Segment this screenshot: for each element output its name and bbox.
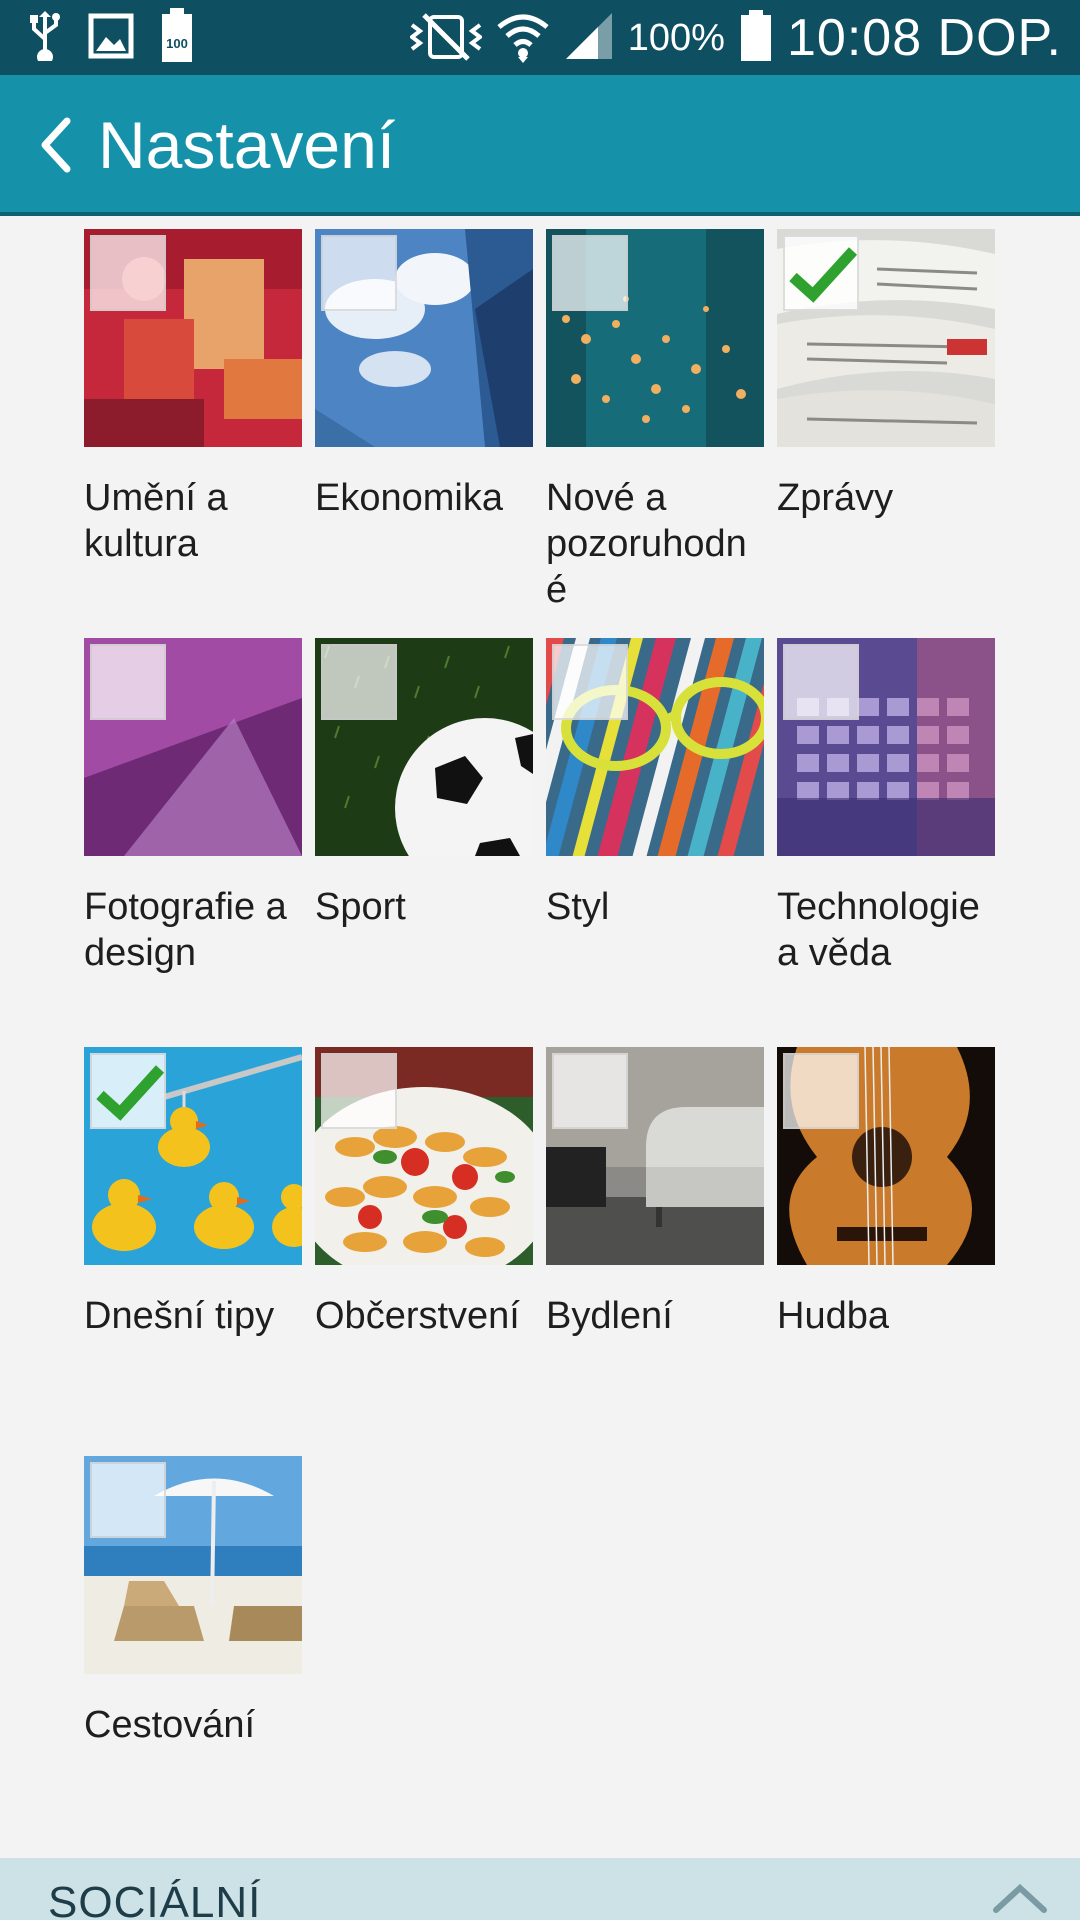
category-checkbox-art[interactable]: [90, 235, 166, 311]
category-image-living: [546, 1047, 764, 1265]
category-image-food: [315, 1047, 533, 1265]
category-tile-news[interactable]: Zprávy: [777, 229, 995, 521]
category-tile-music[interactable]: Hudba: [777, 1047, 995, 1339]
mute-icon: [408, 11, 484, 66]
category-checkbox-sport[interactable]: [321, 644, 397, 720]
category-image-art: [84, 229, 302, 447]
signal-icon: [564, 11, 614, 66]
category-label-photo: Fotografie a design: [84, 886, 287, 974]
category-tile-sport[interactable]: Sport: [315, 638, 533, 930]
category-label-food: Občerstvení: [315, 1295, 520, 1337]
category-checkbox-food[interactable]: [321, 1053, 397, 1129]
category-label-new: Nové a pozoruhodné: [546, 477, 747, 611]
action-bar: Nastavení: [0, 75, 1080, 216]
category-image-economy: [315, 229, 533, 447]
category-tile-style[interactable]: Styl: [546, 638, 764, 930]
battery-percent: 100%: [627, 16, 725, 59]
section-header-social[interactable]: SOCIÁLNÍ: [0, 1858, 1080, 1920]
chevron-up-icon: [993, 1883, 1047, 1913]
category-tile-new[interactable]: Nové a pozoruhodné: [546, 229, 764, 613]
category-tile-travel[interactable]: Cestování: [84, 1456, 302, 1748]
category-image-sport: [315, 638, 533, 856]
battery-level-badge: 100: [166, 36, 188, 51]
category-tile-tech[interactable]: Technologie a věda: [777, 638, 995, 976]
category-checkbox-tips[interactable]: [90, 1053, 166, 1129]
category-checkbox-photo[interactable]: [90, 644, 166, 720]
chevron-left-icon: [41, 117, 71, 173]
gallery-icon: [88, 13, 134, 64]
category-label-news: Zprávy: [777, 477, 894, 519]
category-label-music: Hudba: [777, 1295, 889, 1337]
category-image-photo: [84, 638, 302, 856]
page-title: Nastavení: [98, 108, 396, 182]
category-checkbox-tech[interactable]: [783, 644, 859, 720]
category-checkbox-living[interactable]: [552, 1053, 628, 1129]
category-tile-economy[interactable]: Ekonomika: [315, 229, 533, 521]
system-indicators: 100% 10:08 DOP.: [408, 8, 1062, 68]
usb-icon: [28, 10, 62, 66]
category-label-style: Styl: [546, 886, 610, 928]
category-checkbox-style[interactable]: [552, 644, 628, 720]
category-image-travel: [84, 1456, 302, 1674]
category-checkbox-economy[interactable]: [321, 235, 397, 311]
category-tile-living[interactable]: Bydlení: [546, 1047, 764, 1339]
wifi-icon: [496, 9, 550, 68]
category-checkbox-new[interactable]: [552, 235, 628, 311]
category-tile-photo[interactable]: Fotografie a design: [84, 638, 302, 976]
collapse-button[interactable]: [990, 1880, 1050, 1916]
category-label-art: Umění a kultura: [84, 477, 228, 565]
back-button[interactable]: [20, 105, 90, 185]
checkmark-icon: [789, 247, 858, 303]
category-checkbox-news[interactable]: [783, 235, 859, 311]
battery-saver-icon: 100: [160, 7, 194, 69]
clock: 10:08 DOP.: [786, 9, 1062, 67]
category-label-travel: Cestování: [84, 1704, 256, 1746]
category-label-sport: Sport: [315, 886, 406, 928]
category-tile-tips[interactable]: Dnešní tipy: [84, 1047, 302, 1339]
category-image-style: [546, 638, 764, 856]
category-image-tech: [777, 638, 995, 856]
category-checkbox-music[interactable]: [783, 1053, 859, 1129]
category-tile-food[interactable]: Občerstvení: [315, 1047, 533, 1339]
category-label-living: Bydlení: [546, 1295, 673, 1337]
category-image-music: [777, 1047, 995, 1265]
category-label-tech: Technologie a věda: [777, 886, 980, 974]
category-tile-art[interactable]: Umění a kultura: [84, 229, 302, 567]
category-label-economy: Ekonomika: [315, 477, 503, 519]
notification-icons: 100: [28, 7, 194, 69]
category-image-new: [546, 229, 764, 447]
category-label-tips: Dnešní tipy: [84, 1295, 275, 1337]
section-title: SOCIÁLNÍ: [48, 1878, 262, 1920]
category-image-tips: [84, 1047, 302, 1265]
checkmark-icon: [96, 1065, 165, 1121]
category-checkbox-travel[interactable]: [90, 1462, 166, 1538]
category-image-news: [777, 229, 995, 447]
battery-icon: [739, 9, 773, 67]
status-bar: 100 100% 10:08 DOP.: [0, 0, 1080, 75]
